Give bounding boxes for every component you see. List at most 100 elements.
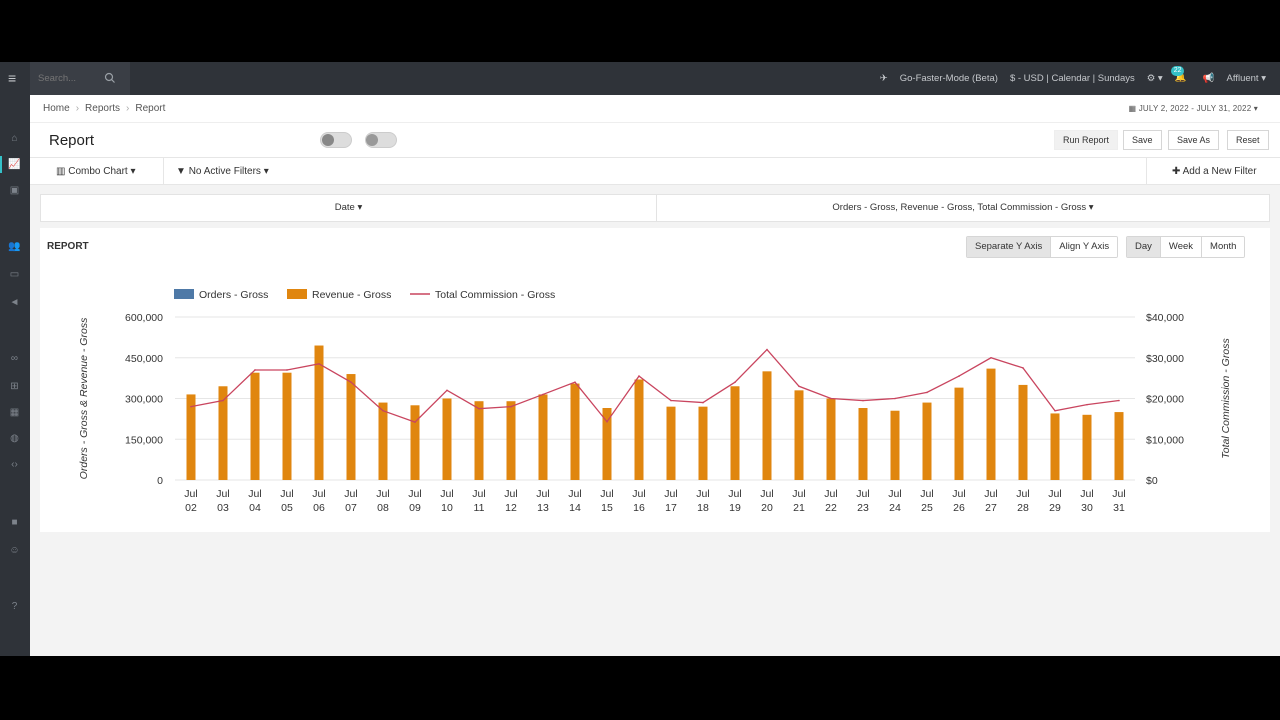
y-left-tick-label: 150,000 bbox=[125, 434, 163, 446]
user-menu[interactable]: Affluent ▾ bbox=[1227, 73, 1266, 84]
commission-point bbox=[862, 399, 864, 402]
x-tick-label-day: 30 bbox=[1081, 502, 1093, 514]
commission-point bbox=[254, 369, 256, 371]
globe-icon[interactable]: ◍ bbox=[8, 433, 21, 444]
user-icon[interactable]: ☺ bbox=[8, 545, 21, 556]
date-range-picker[interactable]: ▦ JULY 2, 2022 - JULY 31, 2022 ▾ bbox=[1129, 104, 1258, 113]
commission-point bbox=[190, 405, 192, 408]
x-tick-label-day: 17 bbox=[665, 502, 677, 514]
users-icon[interactable]: 👥 bbox=[8, 241, 21, 252]
calendar-icon[interactable]: ▦ bbox=[8, 407, 21, 418]
x-tick-label-day: 07 bbox=[345, 502, 357, 514]
globe-toggle[interactable] bbox=[320, 132, 352, 148]
currency-calendar-settings[interactable]: $ - USD | Calendar | Sundays bbox=[1010, 73, 1135, 84]
megaphone-icon[interactable]: ◄ bbox=[8, 297, 21, 308]
revenue-bar bbox=[570, 383, 580, 480]
user-name: Affluent bbox=[1226, 73, 1259, 84]
revenue-bar bbox=[250, 372, 260, 480]
combo-chart: 0 150,000 300,000 450,000 600,000 $0 $10,000 $2… bbox=[78, 289, 1232, 514]
reset-button[interactable]: Reset bbox=[1227, 130, 1269, 150]
revenue-bar bbox=[698, 406, 708, 480]
x-tick-label-month: Jul bbox=[536, 488, 549, 500]
briefcase-icon[interactable]: ▣ bbox=[8, 185, 21, 196]
breadcrumb-bar: Home › Reports › Report ▦ JULY 2, 2022 -… bbox=[30, 95, 1280, 123]
breadcrumb-separator: › bbox=[75, 103, 80, 114]
code-icon[interactable]: ‹› bbox=[8, 459, 21, 470]
chart-icon[interactable]: 📈 bbox=[8, 159, 21, 170]
month-button[interactable]: Month bbox=[1202, 237, 1245, 257]
breadcrumb-home[interactable]: Home bbox=[43, 103, 70, 114]
x-tick-label-day: 12 bbox=[505, 502, 517, 514]
revenue-bar bbox=[506, 401, 516, 480]
divider bbox=[163, 158, 164, 185]
bar-chart-icon: ▥ bbox=[56, 166, 69, 177]
breadcrumb-reports[interactable]: Reports bbox=[85, 103, 120, 114]
week-button[interactable]: Week bbox=[1160, 237, 1203, 257]
revenue-bar bbox=[890, 410, 900, 480]
dimension-dropdown[interactable]: Date ▾ bbox=[41, 195, 656, 221]
home-icon[interactable]: ⌂ bbox=[8, 133, 21, 144]
x-tick-label-day: 05 bbox=[281, 502, 293, 514]
commission-point bbox=[670, 399, 672, 402]
x-tick-label-day: 19 bbox=[729, 502, 741, 514]
gear-icon[interactable]: ⚙ ▾ bbox=[1147, 73, 1163, 84]
x-tick-label-month: Jul bbox=[472, 488, 485, 500]
y-left-tick-label: 300,000 bbox=[125, 394, 163, 406]
breadcrumb: Home › Reports › Report bbox=[43, 103, 165, 114]
save-button[interactable]: Save bbox=[1123, 130, 1162, 150]
help-icon[interactable]: ? bbox=[8, 601, 21, 612]
commission-point bbox=[574, 381, 576, 383]
x-tick-label-month: Jul bbox=[856, 488, 869, 500]
day-button[interactable]: Day bbox=[1127, 237, 1161, 257]
go-faster-mode-toggle[interactable]: Go-Faster-Mode (Beta) bbox=[900, 73, 998, 84]
lock-toggle[interactable] bbox=[365, 132, 397, 148]
legend-label: Orders - Gross bbox=[199, 289, 268, 301]
metrics-dropdown[interactable]: Orders - Gross, Revenue - Gross, Total C… bbox=[657, 195, 1269, 221]
x-tick-label-month: Jul bbox=[632, 488, 645, 500]
divider bbox=[1146, 158, 1147, 185]
x-tick-label-day: 14 bbox=[569, 502, 581, 514]
commission-point bbox=[510, 405, 512, 408]
save-as-button[interactable]: Save As bbox=[1168, 130, 1220, 150]
y-right-tick-label: $20,000 bbox=[1146, 394, 1184, 406]
x-tick-label-month: Jul bbox=[312, 488, 325, 500]
active-filters-dropdown[interactable]: ▼ No Active Filters ▾ bbox=[176, 158, 269, 185]
x-tick-label-month: Jul bbox=[1112, 488, 1125, 500]
y-left-tick-label: 450,000 bbox=[125, 353, 163, 365]
search-icon[interactable] bbox=[104, 72, 116, 84]
x-tick-label-month: Jul bbox=[216, 488, 229, 500]
x-tick-label-month: Jul bbox=[888, 488, 901, 500]
add-filter-button[interactable]: ✚ Add a New Filter bbox=[1172, 158, 1257, 185]
notifications-bell-icon[interactable]: 🔔 22 bbox=[1170, 65, 1191, 86]
folder-icon[interactable]: ■ bbox=[8, 517, 21, 528]
lock-icon bbox=[366, 134, 378, 146]
inbox-icon[interactable]: ▭ bbox=[8, 269, 21, 280]
x-tick-label-day: 11 bbox=[474, 502, 485, 514]
x-tick-label-month: Jul bbox=[248, 488, 261, 500]
commission-point bbox=[638, 375, 640, 377]
y-right-axis-label: Total Commission - Gross bbox=[1220, 338, 1232, 459]
chart-type-dropdown[interactable]: ▥ Combo Chart ▾ bbox=[56, 158, 136, 185]
commission-point bbox=[414, 421, 416, 423]
revenue-bar bbox=[666, 406, 676, 480]
x-tick-label-month: Jul bbox=[824, 488, 837, 500]
megaphone-icon[interactable]: 📢 bbox=[1203, 73, 1215, 84]
hamburger-menu-icon[interactable]: ≡ bbox=[8, 71, 22, 85]
run-report-button[interactable]: Run Report bbox=[1054, 130, 1119, 150]
sitemap-icon[interactable]: ⊞ bbox=[8, 381, 21, 392]
x-tick-label-month: Jul bbox=[696, 488, 709, 500]
period-toggle: Day Week Month bbox=[1126, 236, 1246, 258]
filter-bar: ▥ Combo Chart ▾ ▼ No Active Filters ▾ ✚ … bbox=[30, 157, 1280, 185]
search-input[interactable] bbox=[38, 71, 102, 85]
revenue-bar bbox=[538, 394, 548, 480]
search-box bbox=[30, 62, 130, 95]
x-tick-label-day: 15 bbox=[601, 502, 613, 514]
breadcrumb-current: Report bbox=[135, 103, 166, 114]
legend-label: Revenue - Gross bbox=[312, 289, 391, 301]
add-filter-label: Add a New Filter bbox=[1182, 166, 1257, 177]
x-tick-label-day: 08 bbox=[377, 502, 389, 514]
commission-line bbox=[190, 348, 1120, 423]
separate-y-axis-button[interactable]: Separate Y Axis bbox=[967, 237, 1052, 257]
align-y-axis-button[interactable]: Align Y Axis bbox=[1051, 237, 1118, 257]
link-icon[interactable]: ∞ bbox=[8, 353, 21, 364]
